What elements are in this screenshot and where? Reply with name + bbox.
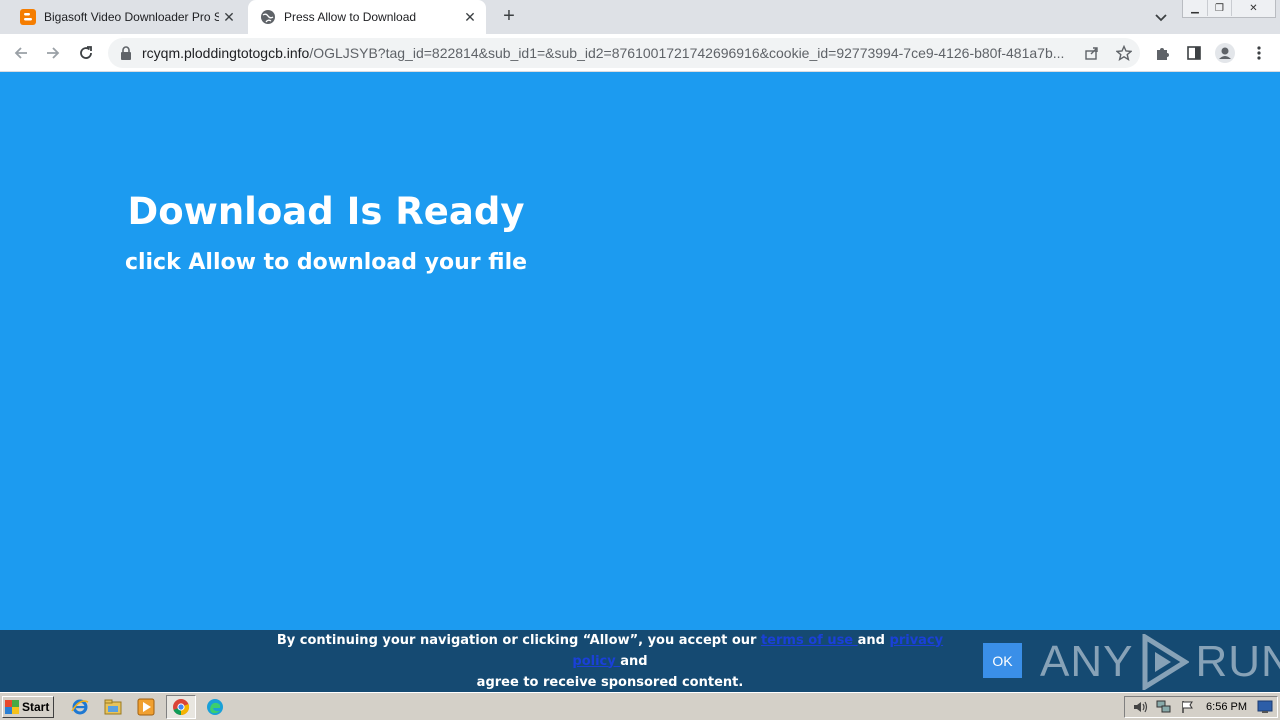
profile-avatar-icon[interactable]: [1214, 42, 1236, 64]
tab-strip: Bigasoft Video Downloader Pro Serial ✕ P…: [0, 0, 1280, 34]
tab-press-allow[interactable]: Press Allow to Download ✕: [248, 0, 486, 34]
page-subline: click Allow to download your file: [124, 250, 528, 275]
new-tab-button[interactable]: +: [498, 6, 520, 28]
reload-icon[interactable]: [75, 42, 97, 64]
tab-bigasoft[interactable]: Bigasoft Video Downloader Pro Serial ✕: [8, 0, 245, 34]
page-content: Download Is Ready click Allow to downloa…: [0, 72, 1280, 630]
consent-suffix: and: [620, 653, 648, 669]
browser-toolbar: rcyqm.ploddingtotogcb.info/OGLJSYB?tag_i…: [0, 34, 1280, 72]
forward-icon[interactable]: [42, 42, 64, 64]
consent-and: and: [857, 632, 890, 648]
network-icon[interactable]: [1155, 699, 1173, 715]
anyrun-watermark: ANY RUN: [1040, 634, 1280, 690]
side-panel-icon[interactable]: [1183, 42, 1205, 64]
taskbar-clock[interactable]: 6:56 PM: [1206, 701, 1247, 713]
windows-flag-icon: [5, 700, 19, 714]
system-tray: 6:56 PM: [1124, 696, 1278, 718]
globe-icon: [260, 9, 276, 25]
tab-title: Press Allow to Download: [284, 10, 417, 24]
minimize-icon[interactable]: ▁: [1183, 0, 1207, 16]
consent-banner: By continuing your navigation or clickin…: [0, 630, 1280, 692]
page-headline: Download Is Ready: [127, 190, 525, 233]
bookmark-star-icon[interactable]: [1108, 45, 1140, 61]
action-center-flag-icon[interactable]: [1179, 699, 1197, 715]
windows-taskbar: Start 6:56 PM: [0, 692, 1280, 720]
url-host: rcyqm.ploddingtotogcb.info: [142, 45, 310, 61]
extensions-puzzle-icon[interactable]: [1151, 42, 1173, 64]
close-tab-icon[interactable]: ✕: [460, 9, 480, 26]
window-controls: ▁ ❐ ✕: [1182, 0, 1276, 18]
media-player-icon[interactable]: [137, 698, 155, 716]
start-button[interactable]: Start: [2, 696, 54, 718]
volume-icon[interactable]: [1131, 699, 1149, 715]
edge-icon[interactable]: [206, 698, 224, 716]
watermark-right: RUN: [1195, 637, 1280, 686]
close-window-icon[interactable]: ✕: [1231, 0, 1275, 16]
chrome-taskbar-button[interactable]: [166, 695, 196, 719]
menu-kebab-icon[interactable]: [1248, 42, 1270, 64]
internet-explorer-icon[interactable]: [71, 698, 89, 716]
consent-prefix: By continuing your navigation or clickin…: [276, 632, 761, 648]
restore-icon[interactable]: ❐: [1207, 0, 1231, 16]
watermark-left: ANY: [1040, 637, 1134, 686]
start-label: Start: [22, 700, 50, 714]
back-icon[interactable]: [10, 42, 32, 64]
close-tab-icon[interactable]: ✕: [219, 9, 239, 26]
play-logo-icon: [1142, 634, 1190, 690]
consent-text: By continuing your navigation or clickin…: [260, 630, 960, 692]
chrome-icon: [173, 699, 190, 716]
share-icon[interactable]: [1076, 45, 1108, 61]
tab-search-chevron-icon[interactable]: [1152, 8, 1170, 26]
url-path: /OGLJSYB?tag_id=822814&sub_id1=&sub_id2=…: [309, 45, 1065, 61]
blogger-icon: [20, 9, 36, 25]
lock-icon[interactable]: [120, 46, 134, 60]
ok-button[interactable]: OK: [983, 643, 1022, 678]
terms-of-use-link[interactable]: terms of use: [761, 633, 858, 648]
consent-line-2: agree to receive sponsored content.: [476, 674, 744, 690]
show-desktop-icon[interactable]: [1257, 700, 1273, 714]
address-bar[interactable]: rcyqm.ploddingtotogcb.info/OGLJSYB?tag_i…: [108, 38, 1140, 68]
consent-line-1: By continuing your navigation or clickin…: [260, 630, 960, 672]
url-text[interactable]: rcyqm.ploddingtotogcb.info/OGLJSYB?tag_i…: [142, 45, 1076, 61]
tab-title: Bigasoft Video Downloader Pro Serial: [44, 10, 219, 24]
file-explorer-icon[interactable]: [104, 698, 122, 716]
